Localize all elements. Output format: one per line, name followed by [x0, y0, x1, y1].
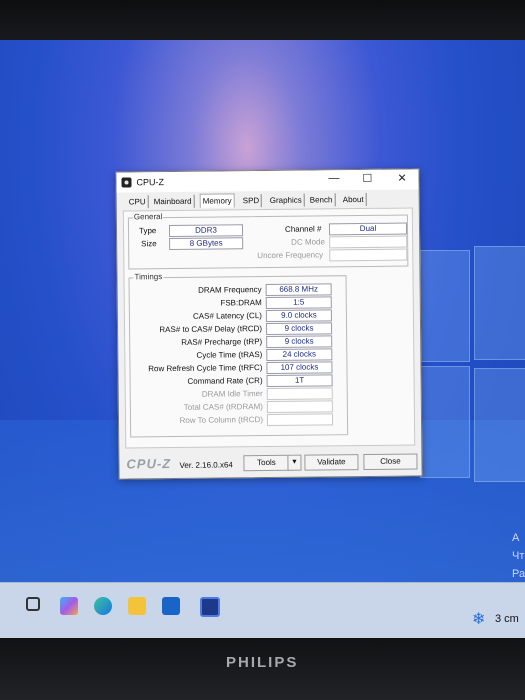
fsb-dram-label: FSB:DRAM [220, 298, 262, 308]
memory-panel: General Type DDR3 Size 8 GBytes Channel … [122, 207, 416, 449]
cas-latency-label: CAS# Latency (CL) [192, 311, 262, 321]
cpuz-logo: CPU-Z [126, 456, 172, 472]
tab-memory[interactable]: Memory [199, 193, 235, 208]
total-cas-label: Total CAS# (tRDRAM) [183, 402, 263, 412]
file-explorer-icon[interactable] [128, 597, 146, 615]
cycle-time-value: 24 clocks [266, 348, 333, 362]
timings-group: Timings DRAM Frequency 668.8 MHz FSB:DRA… [128, 272, 349, 438]
dram-frequency-value: 668.8 MHz [265, 283, 332, 297]
logo-pane-tl [420, 250, 470, 362]
tab-bench[interactable]: Bench [307, 193, 336, 207]
fsb-dram-value: 1:5 [265, 296, 332, 310]
ras-precharge-value: 9 clocks [266, 335, 333, 349]
dram-idle-timer-label: DRAM Idle Timer [201, 389, 263, 399]
channel-value: Dual [328, 222, 408, 236]
windows-logo-wallpaper [420, 246, 525, 500]
dram-idle-timer-value [266, 387, 333, 401]
type-value: DDR3 [168, 224, 244, 238]
size-value: 8 GBytes [169, 237, 244, 251]
cycle-time-label: Cycle Time (tRAS) [196, 350, 263, 360]
row-refresh-value: 107 clocks [266, 361, 333, 375]
tab-about[interactable]: About [340, 192, 367, 207]
minimize-button[interactable]: — [328, 172, 339, 184]
footer-bar: CPU-Z Ver. 2.16.0.x64 Tools ▼ Validate C… [119, 452, 421, 477]
snowflake-icon[interactable]: ❄ [472, 609, 485, 629]
tab-spd[interactable]: SPD [240, 194, 263, 208]
version-label: Ver. 2.16.0.x64 [179, 460, 233, 470]
tab-cpu[interactable]: CPU [126, 195, 149, 209]
dc-mode-label: DC Mode [291, 237, 325, 247]
cpuz-taskbar-icon[interactable] [200, 597, 220, 617]
taskbar [0, 582, 525, 639]
size-label: Size [141, 239, 157, 249]
dc-mode-value [329, 235, 408, 249]
cpuz-window: CPU-Z — ☐ ✕ CPU Mainboard Memory SPD Gra… [115, 168, 423, 480]
general-group: General Type DDR3 Size 8 GBytes Channel … [127, 212, 409, 270]
validate-button[interactable]: Validate [304, 454, 359, 471]
dram-frequency-label: DRAM Frequency [198, 285, 262, 295]
edge-text-3: Ра [512, 568, 525, 580]
title-bar[interactable]: CPU-Z — ☐ ✕ [116, 169, 419, 193]
close-button[interactable]: Close [363, 453, 418, 471]
monitor-brand: PHILIPS [226, 654, 299, 671]
type-label: Type [138, 226, 157, 236]
tools-button[interactable]: Tools [243, 454, 290, 472]
window-title: CPU-Z [136, 177, 165, 188]
total-cas-value [266, 400, 333, 414]
tools-dropdown-arrow[interactable]: ▼ [287, 454, 302, 471]
command-rate-label: Command Rate (CR) [187, 376, 263, 386]
uncore-frequency-value [329, 248, 408, 262]
ras-to-cas-label: RAS# to CAS# Delay (tRCD) [159, 324, 263, 335]
channel-label: Channel # [284, 224, 322, 234]
command-rate-value: 1T [266, 374, 333, 388]
cpuz-app-icon [121, 177, 132, 188]
ras-precharge-label: RAS# Precharge (tRP) [181, 337, 263, 347]
row-refresh-label: Row Refresh Cycle Time (tRFC) [148, 363, 263, 374]
row-to-column-label: Row To Column (tRCD) [179, 415, 264, 425]
tab-graphics[interactable]: Graphics [267, 193, 305, 208]
ras-to-cas-value: 9 clocks [265, 322, 333, 336]
edge-text-1: А [512, 532, 520, 544]
close-window-button[interactable]: ✕ [397, 172, 406, 185]
task-view-icon[interactable] [26, 597, 40, 611]
cas-latency-value: 9.0 clocks [265, 309, 332, 323]
logo-pane-br [474, 368, 525, 482]
tab-mainboard[interactable]: Mainboard [151, 194, 195, 209]
edge-browser-icon[interactable] [94, 597, 112, 615]
edge-text-2: Чт [512, 550, 525, 562]
general-legend: General [132, 212, 164, 222]
timings-legend: Timings [133, 272, 164, 282]
maximize-button[interactable]: ☐ [362, 172, 372, 185]
copilot-icon[interactable] [60, 597, 78, 615]
logo-pane-bl [420, 366, 470, 478]
weather-text[interactable]: 3 cm [495, 613, 519, 625]
logo-pane-tr [474, 246, 525, 360]
row-to-column-value [266, 413, 334, 427]
outlook-icon[interactable] [162, 597, 180, 615]
uncore-frequency-label: Uncore Frequency [257, 250, 324, 261]
